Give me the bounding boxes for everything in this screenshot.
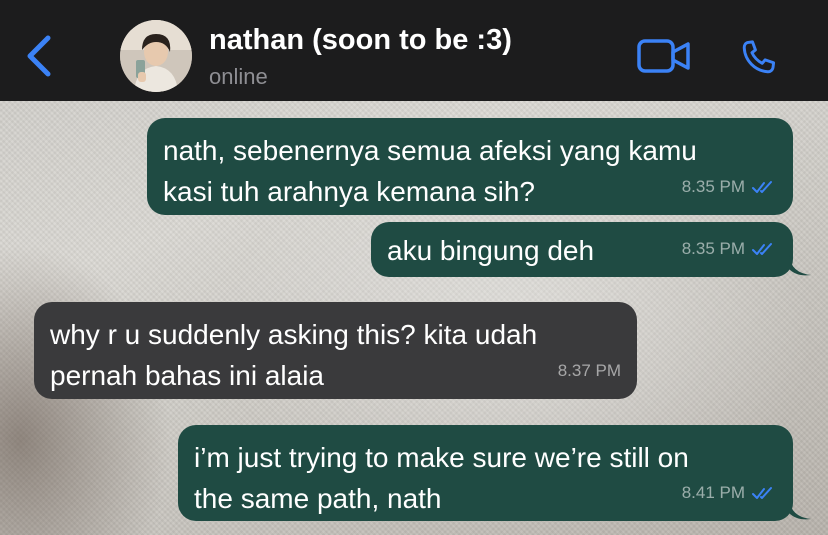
message-time: 8.41 PM <box>681 483 745 502</box>
video-camera-icon <box>637 39 690 73</box>
chat-header: nathan (soon to be :3) online <box>0 0 828 101</box>
back-button[interactable] <box>20 34 56 78</box>
bubble-tail <box>789 499 811 520</box>
message-meta: 8.35 PM <box>682 166 777 207</box>
message-time: 8.37 PM <box>557 361 621 380</box>
message-bubble[interactable]: i’m just trying to make sure we’re still… <box>178 425 793 521</box>
message-line: pernah bahas ini alaia <box>50 360 324 391</box>
message-meta: 8.37 PM <box>558 350 621 391</box>
message-meta: 8.41 PM <box>682 472 777 513</box>
message-time: 8.35 PM <box>681 177 745 196</box>
contact-name[interactable]: nathan (soon to be :3) <box>209 24 512 57</box>
phone-icon <box>742 40 776 74</box>
profile-photo-icon <box>120 20 192 92</box>
chevron-left-icon <box>27 35 51 77</box>
contact-status: online <box>209 64 268 89</box>
video-call-button[interactable] <box>636 36 692 76</box>
message-time: 8.35 PM <box>681 239 745 258</box>
read-ticks-icon <box>752 180 772 193</box>
avatar[interactable] <box>120 20 192 92</box>
message-bubble[interactable]: aku bingung deh 8.35 PM <box>371 222 793 277</box>
read-ticks-icon <box>752 486 772 499</box>
bubble-tail <box>789 255 811 276</box>
message-line: nath, sebenernya semua afeksi yang kamu <box>163 135 697 166</box>
voice-call-button[interactable] <box>736 36 780 80</box>
message-bubble[interactable]: why r u suddenly asking this? kita udah … <box>34 302 637 399</box>
message-meta: 8.35 PM <box>682 228 777 269</box>
message-line: why r u suddenly asking this? kita udah <box>50 319 538 350</box>
read-ticks-icon <box>752 242 772 255</box>
message-bubble[interactable]: nath, sebenernya semua afeksi yang kamu … <box>147 118 793 215</box>
